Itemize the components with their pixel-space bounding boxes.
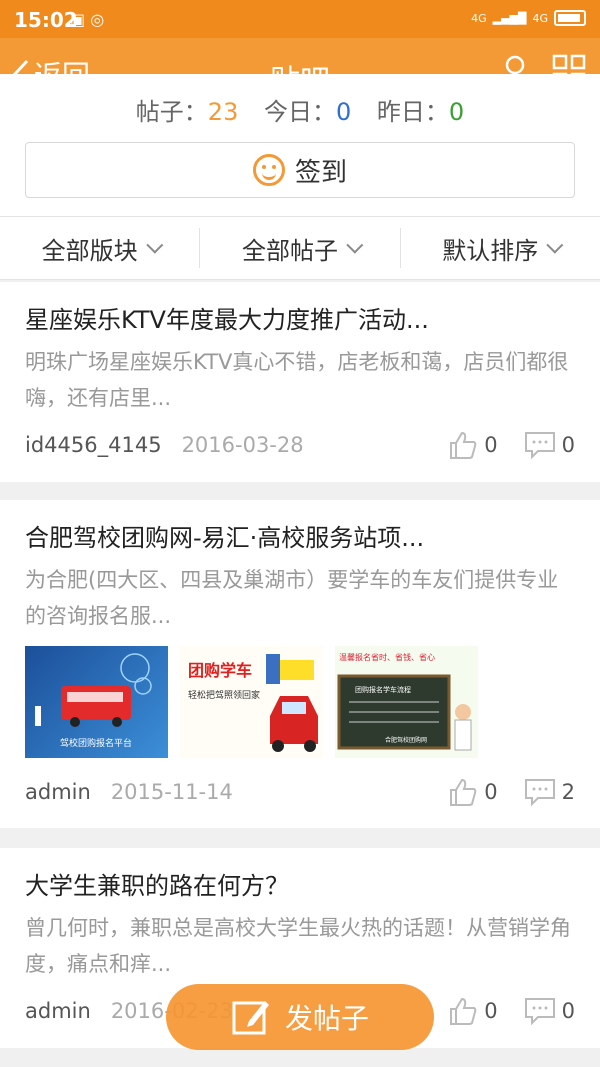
checkin-label: 签到	[294, 157, 347, 188]
comment-icon	[524, 998, 555, 1026]
post-meta: id4456_4145 2016-03-28 0 0	[25, 427, 575, 463]
thumb3-footer: 合肥驾校团购网	[385, 736, 427, 744]
status-right: 4G ▂▄▆█ 4G	[471, 10, 586, 26]
signal-label: 4G	[471, 11, 487, 25]
car-illustration: 团购学车 轻松把驾照领回家	[188, 654, 318, 752]
new-post-label: 发帖子	[284, 1002, 369, 1035]
like-count: 0	[484, 433, 498, 457]
comment-icon	[524, 779, 555, 807]
thumb1-caption: 驾校团购报名平台	[60, 737, 132, 749]
like-button[interactable]: 0	[448, 777, 498, 807]
like-count: 0	[484, 780, 498, 804]
post-author[interactable]: admin	[25, 780, 91, 804]
chevron-down-icon	[546, 236, 564, 254]
post-excerpt: 曾几何时，兼职总是高校大学生最火热的话题！从营销学角度，痛点和痒...	[25, 916, 571, 976]
smile-icon	[252, 154, 285, 186]
thumb2-title: 团购学车	[188, 661, 252, 680]
filter-sort-label: 默认排序	[442, 236, 539, 265]
thumb3-header: 温馨报名省时、省钱、省心	[339, 652, 435, 662]
yesterday-label: 昨日：	[376, 98, 449, 126]
comment-button[interactable]: 2	[524, 777, 575, 807]
comment-count: 0	[561, 999, 575, 1023]
post-meta: admin 2015-11-14 0 2	[25, 774, 575, 810]
board-illustration: 温馨报名省时、省钱、省心 团购报名学车流程 合肥驾校团购网	[337, 652, 472, 751]
today-label: 今日：	[263, 98, 336, 126]
bus-illustration: 驾校团购报名平台	[35, 653, 152, 749]
filter-post-type-label: 全部帖子	[241, 236, 338, 265]
status-notification-icons: ▣ ◎	[70, 10, 105, 29]
forum-stats-panel: 帖子：23 今日：0 昨日：0 签到	[0, 74, 600, 216]
status-bar: 15:02 ▣ ◎ 4G ▂▄▆█ 4G	[0, 0, 600, 38]
like-count: 0	[484, 999, 498, 1023]
filter-bar: 全部版块 全部帖子 默认排序	[0, 216, 600, 280]
thumbs-up-icon	[450, 778, 477, 806]
filter-section-label: 全部版块	[41, 236, 138, 265]
nav-bar: 返回 贴吧	[0, 38, 600, 99]
yesterday-count: 0	[448, 98, 465, 126]
today-count: 0	[335, 98, 352, 126]
like-button[interactable]: 0	[448, 430, 498, 460]
comment-button[interactable]: 0	[524, 996, 575, 1026]
post-title[interactable]: 星座娱乐KTV年度最大力度推广活动...	[25, 300, 575, 335]
post-actions: 0 0	[448, 430, 575, 460]
battery-icon	[554, 10, 586, 26]
filter-section[interactable]: 全部版块	[0, 228, 199, 268]
like-button[interactable]: 0	[448, 996, 498, 1026]
chevron-down-icon	[145, 236, 163, 254]
signal-bars-icon: ▂▄▆█	[492, 11, 527, 25]
checkin-button[interactable]: 签到	[25, 142, 575, 198]
filter-sort[interactable]: 默认排序	[399, 228, 600, 268]
comment-button[interactable]: 0	[524, 430, 575, 460]
post-author[interactable]: id4456_4145	[25, 433, 162, 457]
thumbs-up-icon	[450, 431, 477, 459]
post-excerpt: 明珠广场星座娱乐KTV真心不错，店老板和蔼，店员们都很嗨，还有店里...	[25, 350, 569, 410]
post-date: 2015-11-14	[110, 780, 233, 804]
comment-count: 0	[561, 433, 575, 457]
post-item[interactable]: 星座娱乐KTV年度最大力度推广活动... 明珠广场星座娱乐KTV真心不错，店老板…	[0, 282, 600, 482]
post-title[interactable]: 合肥驾校团购网-易汇·高校服务站项...	[25, 518, 575, 553]
post-thumbnail[interactable]: 驾校团购报名平台	[25, 646, 168, 758]
stat-line: 帖子：23 今日：0 昨日：0	[0, 92, 600, 127]
post-actions: 0 2	[448, 777, 575, 807]
post-author[interactable]: admin	[25, 999, 91, 1023]
thumb3-board-title: 团购报名学车流程	[355, 685, 411, 694]
post-date: 2016-03-28	[181, 433, 304, 457]
post-thumbnails: 驾校团购报名平台 团购学车 轻松把驾照领回家 温馨报名省时、省钱、省心 团购报名…	[25, 646, 575, 758]
post-thumbnail[interactable]: 温馨报名省时、省钱、省心 团购报名学车流程 合肥驾校团购网	[335, 646, 478, 758]
filter-post-type[interactable]: 全部帖子	[199, 228, 399, 268]
comment-count: 2	[561, 780, 575, 804]
post-actions: 0 0	[448, 996, 575, 1026]
post-excerpt: 为合肥(四大区、四县及巢湖市）要学车的车友们提供专业的咨询报名服...	[25, 568, 559, 628]
thumbs-up-icon	[450, 997, 477, 1025]
new-post-button[interactable]: 发帖子	[166, 984, 434, 1050]
post-item[interactable]: 合肥驾校团购网-易汇·高校服务站项... 为合肥(四大区、四县及巢湖市）要学车的…	[0, 500, 600, 828]
edit-icon	[232, 1001, 269, 1035]
posts-label: 帖子：	[135, 98, 208, 126]
posts-count: 23	[207, 98, 239, 126]
signal-label-2: 4G	[532, 11, 548, 25]
thumb2-subtitle: 轻松把驾照领回家	[188, 689, 260, 701]
post-title[interactable]: 大学生兼职的路在何方？	[25, 866, 575, 901]
status-time: 15:02	[14, 8, 78, 32]
comment-icon	[524, 432, 555, 460]
post-thumbnail[interactable]: 团购学车 轻松把驾照领回家	[180, 646, 323, 758]
chevron-down-icon	[346, 236, 364, 254]
